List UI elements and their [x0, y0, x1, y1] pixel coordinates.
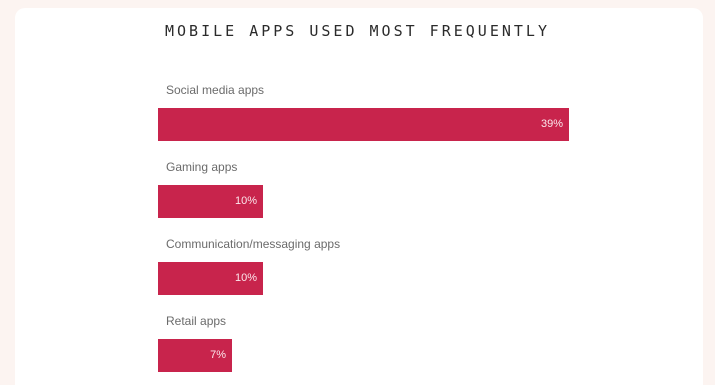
chart-card	[15, 8, 703, 385]
category-label: Communication/messaging apps	[166, 237, 341, 251]
bar: 7%	[158, 339, 232, 372]
bar-value-label: 10%	[234, 195, 257, 207]
chart-title: MOBILE APPS USED MOST FREQUENTLY	[165, 22, 550, 40]
bar-value-label: 7%	[210, 349, 226, 361]
bar: 39%	[158, 108, 569, 141]
category-label: Social media apps	[166, 83, 265, 97]
category-label: Gaming apps	[166, 160, 238, 174]
bar: 10%	[158, 262, 263, 295]
bar: 10%	[158, 185, 263, 218]
category-label: Retail apps	[166, 314, 227, 328]
bar-value-label: 39%	[540, 118, 563, 130]
bar-value-label: 10%	[234, 272, 257, 284]
